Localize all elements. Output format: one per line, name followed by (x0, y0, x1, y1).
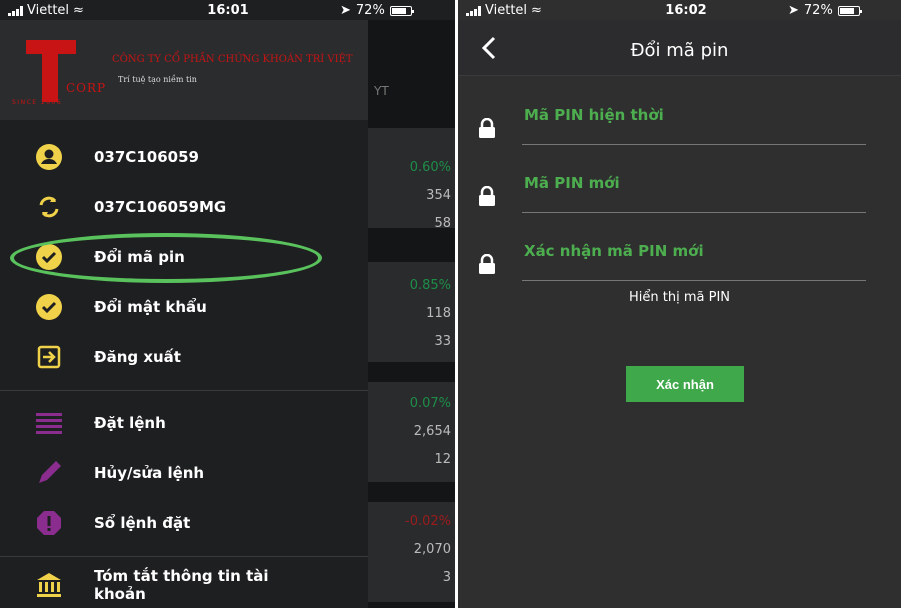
carrier: Viettel ≈ (466, 3, 542, 18)
confirm-pin-field[interactable]: Xác nhận mã PIN mới (458, 236, 901, 296)
wifi-icon: ≈ (73, 3, 84, 18)
drawer-header: CORP SINCE 2006 CÔNG TY CỔ PHẦN CHỨNG KH… (0, 20, 368, 120)
confirm-button[interactable]: Xác nhận (626, 366, 744, 402)
stock-value: 2,070 (413, 542, 451, 557)
field-underline (522, 144, 866, 145)
field-label: Mã PIN hiện thời (524, 106, 664, 124)
stock-value: 118 (426, 306, 451, 321)
check-circle-icon (34, 292, 64, 322)
wifi-icon: ≈ (531, 3, 542, 18)
company-name: CÔNG TY CỔ PHẦN CHỨNG KHOÁN TRÍ VIỆT (112, 54, 353, 65)
menu-item-order-book[interactable]: Sổ lệnh đặt (0, 498, 368, 548)
battery-percent: 72% (803, 3, 833, 18)
menu-item-cancel-edit-order[interactable]: Hủy/sửa lệnh (0, 448, 368, 498)
menu-item-label: Hủy/sửa lệnh (94, 464, 205, 482)
stock-value: 3 (442, 570, 451, 585)
status-bar: Viettel ≈ 16:02 ➤ 72% (458, 0, 901, 20)
clock: 16:02 (665, 3, 707, 18)
menu-divider (0, 556, 368, 557)
lock-icon (479, 254, 495, 274)
order-list-icon (34, 408, 64, 438)
user-icon (34, 142, 64, 172)
stock-value: 2,654 (413, 424, 451, 439)
field-underline (522, 212, 866, 213)
signal-icon (466, 5, 481, 16)
menu-item-switch-account[interactable]: 037C106059MG (0, 182, 368, 232)
highlight-annotation (10, 233, 322, 283)
menu-divider (0, 390, 368, 391)
stock-row (368, 128, 455, 228)
menu-item-account-summary[interactable]: Tóm tắt thông tin tài khoản (0, 560, 368, 608)
right-screen: Viettel ≈ 16:02 ➤ 72% Đổi mã pin Mã PIN … (458, 0, 901, 608)
logo-since-text: SINCE 2006 (12, 99, 63, 106)
bank-icon (34, 570, 64, 600)
menu-item-label: Đăng xuất (94, 348, 181, 366)
pencil-icon (34, 458, 64, 488)
page-title: Đổi mã pin (630, 40, 729, 61)
stock-value: 58 (434, 216, 451, 231)
clock: 16:01 (207, 3, 249, 18)
menu-item-label: Đổi mật khẩu (94, 298, 207, 316)
status-bar: Viettel ≈ 16:01 ➤ 72% (0, 0, 455, 20)
new-pin-field[interactable]: Mã PIN mới (458, 168, 901, 228)
current-pin-field[interactable]: Mã PIN hiện thời (458, 100, 901, 160)
field-label: Mã PIN mới (524, 174, 620, 192)
menu-item-logout[interactable]: Đăng xuất (0, 332, 368, 382)
carrier: Viettel ≈ (8, 3, 84, 18)
stock-value: 0.07% (409, 396, 451, 411)
left-screen: Viettel ≈ 16:01 ➤ 72% YT 0.60% 354 58 0.… (0, 0, 455, 608)
show-pin-toggle[interactable]: Hiển thị mã PIN (458, 290, 901, 305)
menu-item-account[interactable]: 037C106059 (0, 132, 368, 182)
alert-icon (34, 508, 64, 538)
menu-item-label: Đặt lệnh (94, 414, 166, 432)
menu-item-label: Tóm tắt thông tin tài khoản (94, 567, 269, 603)
field-label: Xác nhận mã PIN mới (524, 242, 704, 260)
company-slogan: Trí tuệ tạo niềm tin (118, 75, 197, 84)
stock-value: 0.85% (409, 278, 451, 293)
lock-icon (479, 186, 495, 206)
stock-value: 33 (434, 334, 451, 349)
background-stock-list: YT 0.60% 354 58 0.85% 118 33 0.07% 2,654… (368, 20, 455, 608)
stock-value: 0.60% (409, 160, 451, 175)
menu-item-label: Sổ lệnh đặt (94, 514, 191, 532)
location-icon: ➤ (788, 3, 799, 18)
field-underline (522, 280, 866, 281)
battery-icon (837, 5, 862, 16)
column-header: YT (374, 84, 389, 98)
stock-value: -0.02% (405, 514, 451, 529)
lock-icon (479, 118, 495, 138)
nav-bar: Đổi mã pin (458, 20, 901, 76)
side-drawer: CORP SINCE 2006 CÔNG TY CỔ PHẦN CHỨNG KH… (0, 20, 368, 608)
battery-percent: 72% (355, 3, 385, 18)
menu-item-place-order[interactable]: Đặt lệnh (0, 398, 368, 448)
stock-value: 354 (426, 188, 451, 203)
carrier-name: Viettel (485, 3, 528, 18)
logout-icon (34, 342, 64, 372)
menu-item-label: 037C106059 (94, 148, 199, 166)
logo-corp-text: CORP (66, 81, 107, 95)
battery-icon (389, 5, 414, 16)
stock-value: 12 (434, 452, 451, 467)
signal-icon (8, 5, 23, 16)
switch-account-icon (34, 192, 64, 222)
menu-item-label: 037C106059MG (94, 198, 227, 216)
location-icon: ➤ (340, 3, 351, 18)
menu-item-change-password[interactable]: Đổi mật khẩu (0, 282, 368, 332)
carrier-name: Viettel (27, 3, 70, 18)
